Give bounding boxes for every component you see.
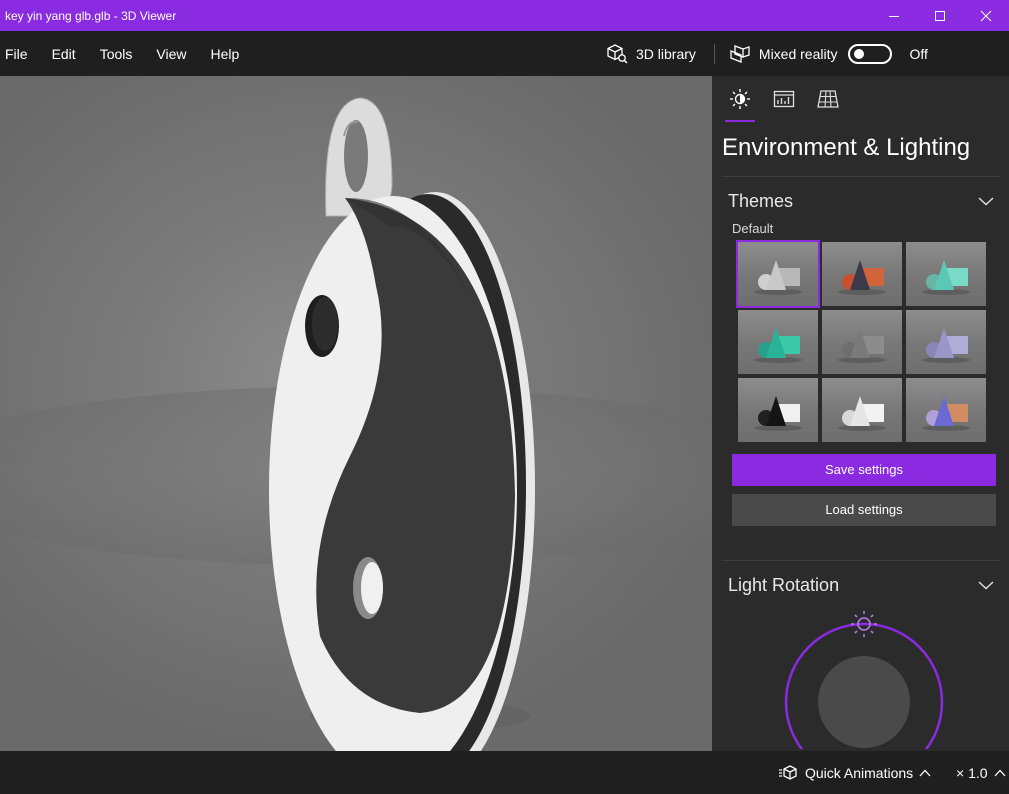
animation-cube-icon <box>779 764 797 780</box>
theme-black-white[interactable] <box>738 378 818 442</box>
mixed-reality-label: Mixed reality <box>758 45 838 62</box>
chevron-up-icon <box>994 769 1006 776</box>
maximize-icon <box>935 10 945 21</box>
3d-library-button[interactable]: 3D library <box>606 43 714 65</box>
mixed-reality-icon <box>730 44 750 63</box>
theme-preview <box>922 396 970 431</box>
bottom-bar: Quick Animations × 1.0 <box>0 751 1009 794</box>
tab-grid[interactable] <box>811 76 845 122</box>
light-rotation-header[interactable]: Light Rotation <box>712 561 1009 609</box>
quick-animations-button[interactable]: Quick Animations <box>779 751 931 794</box>
save-settings-button[interactable]: Save settings <box>732 454 996 486</box>
yin-yang-keychain-model <box>0 97 712 751</box>
light-rotation-dial[interactable] <box>712 609 1009 751</box>
animation-speed-label: × 1.0 <box>956 764 988 781</box>
theme-white[interactable] <box>822 378 902 442</box>
stats-chart-icon <box>773 90 795 108</box>
light-dial-graphic <box>784 611 944 751</box>
theme-preview <box>922 328 970 363</box>
menu-tools[interactable]: Tools <box>88 31 145 76</box>
theme-preview <box>838 328 886 363</box>
app-window: key yin yang glb.glb - 3D Viewer File Ed… <box>0 0 1009 794</box>
toggle-knob <box>853 48 864 59</box>
menu-edit[interactable]: Edit <box>40 31 88 76</box>
theme-preview <box>754 328 802 363</box>
maximize-button[interactable] <box>917 0 963 31</box>
toolbar-divider <box>713 43 715 64</box>
theme-grid <box>712 240 1009 442</box>
sun-icon <box>730 89 750 109</box>
theme-pastel[interactable] <box>906 378 986 442</box>
theme-green-cyan[interactable] <box>738 310 818 374</box>
grid-icon <box>817 90 839 108</box>
mixed-reality-toggle[interactable] <box>847 43 892 64</box>
chevron-up-icon <box>919 769 931 776</box>
menu-help[interactable]: Help <box>198 31 251 76</box>
menu-bar: File Edit Tools View Help 3D library Mix… <box>0 31 1009 76</box>
theme-teal[interactable] <box>906 242 986 306</box>
theme-preview <box>838 260 886 295</box>
tab-environment[interactable] <box>723 76 757 122</box>
menu-file[interactable]: File <box>0 31 40 76</box>
close-button[interactable] <box>963 0 1009 31</box>
menu-view[interactable]: View <box>144 31 198 76</box>
mixed-reality-group: Mixed reality Off <box>729 43 928 64</box>
themes-subtitle: Default <box>732 221 774 236</box>
animation-speed-button[interactable]: × 1.0 <box>956 751 1006 794</box>
panel-title: Environment & Lighting <box>722 134 971 161</box>
theme-lilac[interactable] <box>906 310 986 374</box>
chevron-down-icon <box>978 197 994 206</box>
theme-preview <box>754 260 802 295</box>
mixed-reality-state: Off <box>909 45 928 62</box>
environment-panel: Environment & Lighting Themes Default Sa… <box>712 76 1009 751</box>
themes-title: Themes <box>728 190 794 211</box>
theme-dark-orange[interactable] <box>822 242 902 306</box>
panel-tab-bar <box>712 76 1009 122</box>
window-title: key yin yang glb.glb - 3D Viewer <box>5 8 177 23</box>
theme-preview <box>838 396 886 431</box>
chevron-down-icon <box>978 581 994 590</box>
theme-grey[interactable] <box>822 310 902 374</box>
light-rotation-title: Light Rotation <box>728 574 840 595</box>
cube-search-icon <box>607 43 628 64</box>
theme-light[interactable] <box>736 240 820 308</box>
3d-viewport[interactable] <box>0 76 712 751</box>
load-settings-button[interactable]: Load settings <box>732 494 996 526</box>
toolbar-right: 3D library Mixed reality Off <box>606 31 928 76</box>
themes-header[interactable]: Themes <box>712 177 1009 225</box>
close-icon <box>980 10 992 21</box>
minimize-icon <box>889 15 899 17</box>
quick-animations-label: Quick Animations <box>805 764 914 781</box>
tab-stats[interactable] <box>767 76 801 122</box>
theme-preview <box>754 396 802 431</box>
minimize-button[interactable] <box>871 0 917 31</box>
3d-library-label: 3D library <box>636 45 696 62</box>
theme-preview <box>922 260 970 295</box>
title-bar[interactable]: key yin yang glb.glb - 3D Viewer <box>0 0 1009 31</box>
